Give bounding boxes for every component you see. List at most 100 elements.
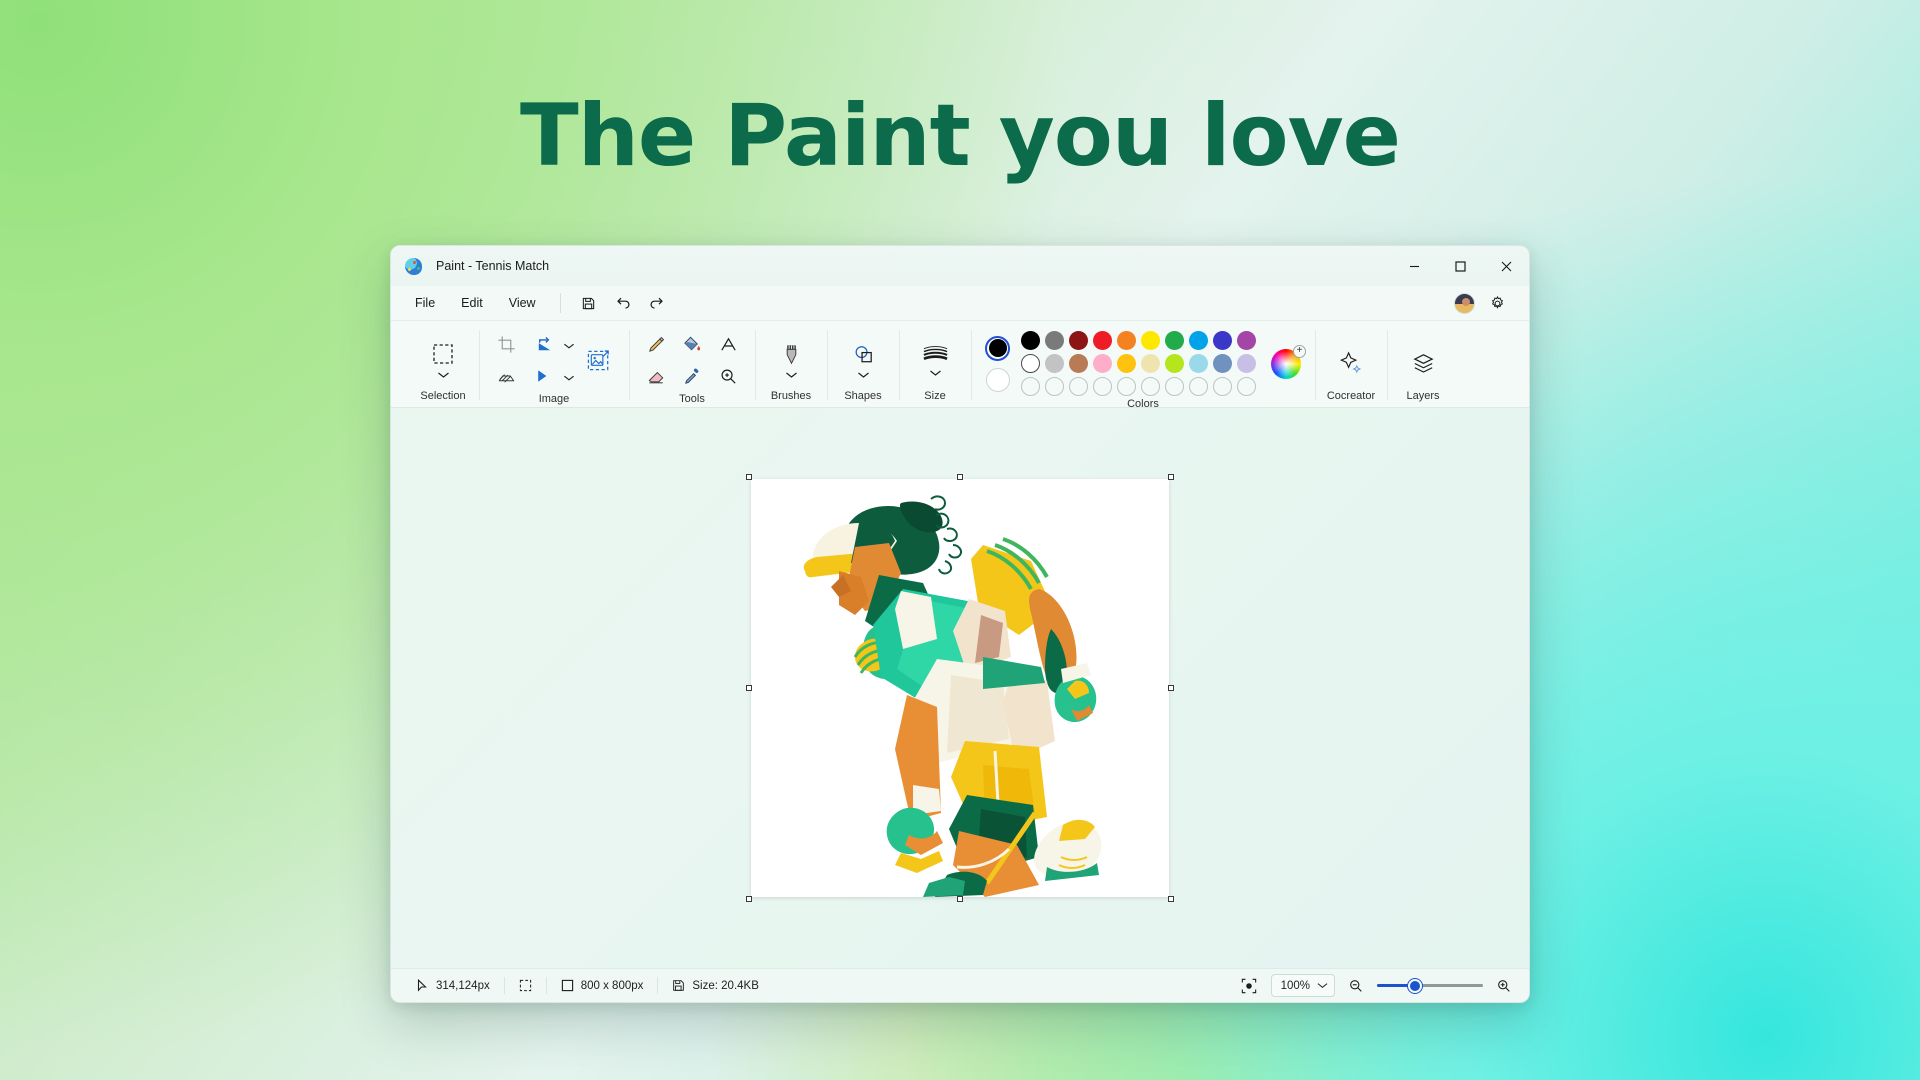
color-swatch-row1-4[interactable] [1117, 331, 1136, 350]
status-bar: 314,124px 800 x 800px Size: 20.4KB 100% [391, 968, 1529, 1002]
color-swatch-custom-6[interactable] [1165, 377, 1184, 396]
sparkle-icon[interactable] [1325, 340, 1377, 378]
shapes-icon[interactable] [837, 338, 889, 380]
image-size-item: 800 x 800px [547, 969, 658, 1003]
chevron-down-icon[interactable] [1317, 982, 1328, 989]
add-color-button[interactable]: + [1293, 344, 1306, 358]
primary-color-swatch[interactable] [985, 335, 1010, 361]
file-size-item: Size: 20.4KB [658, 969, 772, 1003]
color-swatch-custom-0[interactable] [1021, 377, 1040, 396]
color-swatch-row1-1[interactable] [1045, 331, 1064, 350]
color-swatch-custom-1[interactable] [1045, 377, 1064, 396]
color-swatch-row2-6[interactable] [1165, 354, 1184, 373]
crop-icon[interactable] [489, 329, 523, 359]
close-button[interactable] [1483, 246, 1529, 286]
color-wheel-icon[interactable]: + [1271, 344, 1306, 379]
color-swatch-row2-1[interactable] [1045, 354, 1064, 373]
zoom-slider-thumb[interactable] [1408, 978, 1423, 993]
chevron-down-icon[interactable] [563, 342, 575, 350]
color-swatch-row2-2[interactable] [1069, 354, 1088, 373]
ribbon-group-selection: Selection [407, 321, 479, 407]
minimize-button[interactable] [1391, 246, 1437, 286]
brush-icon[interactable] [765, 338, 817, 380]
redo-icon[interactable] [641, 289, 673, 317]
zoom-slider[interactable] [1377, 978, 1483, 994]
maximize-button[interactable] [1437, 246, 1483, 286]
selection-handle[interactable] [746, 685, 752, 691]
gear-icon[interactable] [1481, 289, 1513, 317]
color-swatch-row2-3[interactable] [1093, 354, 1112, 373]
cursor-position-value: 314,124px [436, 979, 490, 992]
menu-bar: File Edit View [391, 286, 1529, 320]
fit-to-window-icon[interactable] [1235, 969, 1263, 1003]
zoom-out-icon[interactable] [1343, 969, 1369, 1003]
color-swatch-row2-8[interactable] [1213, 354, 1232, 373]
ribbon-group-layers: Layers [1387, 321, 1459, 407]
chevron-down-icon[interactable] [857, 371, 870, 379]
resize-skew-icon[interactable] [489, 361, 523, 391]
color-swatch-row2-4[interactable] [1117, 354, 1136, 373]
selection-handle[interactable] [746, 896, 752, 902]
color-swatch-custom-2[interactable] [1069, 377, 1088, 396]
selection-handle[interactable] [1168, 474, 1174, 480]
color-swatch-row2-5[interactable] [1141, 354, 1160, 373]
color-swatch-row2-0[interactable] [1021, 354, 1040, 373]
eraser-icon[interactable] [639, 361, 673, 391]
group-label-shapes: Shapes [844, 390, 882, 402]
color-swatch-row1-3[interactable] [1093, 331, 1112, 350]
color-swatch-row1-6[interactable] [1165, 331, 1184, 350]
zoom-level-value: 100% [1280, 979, 1310, 992]
eyedropper-icon[interactable] [675, 361, 709, 391]
color-swatch-row1-5[interactable] [1141, 331, 1160, 350]
chevron-down-icon[interactable] [785, 371, 798, 379]
menu-view[interactable]: View [497, 291, 548, 315]
undo-icon[interactable] [607, 289, 639, 317]
canvas-selection[interactable] [746, 474, 1174, 902]
color-swatch-custom-4[interactable] [1117, 377, 1136, 396]
magnifier-icon[interactable] [711, 361, 745, 391]
color-swatch-custom-7[interactable] [1189, 377, 1208, 396]
color-swatch-custom-3[interactable] [1093, 377, 1112, 396]
color-swatch-custom-9[interactable] [1237, 377, 1256, 396]
flip-icon[interactable] [527, 361, 561, 391]
cursor-position-item: 314,124px [403, 969, 504, 1003]
text-icon[interactable] [711, 329, 745, 359]
group-label-selection: Selection [420, 390, 466, 402]
menu-edit[interactable]: Edit [449, 291, 495, 315]
color-swatch-custom-5[interactable] [1141, 377, 1160, 396]
selection-handle[interactable] [1168, 685, 1174, 691]
color-swatch-row2-7[interactable] [1189, 354, 1208, 373]
selection-handle[interactable] [1168, 896, 1174, 902]
resize-image-icon[interactable] [579, 340, 619, 380]
chevron-down-icon[interactable] [437, 371, 450, 379]
rectangular-selection-icon[interactable] [417, 337, 469, 380]
zoom-level-select[interactable]: 100% [1270, 974, 1335, 997]
ribbon-group-shapes: Shapes [827, 321, 899, 407]
pencil-icon[interactable] [639, 329, 673, 359]
size-lines-icon[interactable] [909, 339, 961, 378]
rotate-icon[interactable] [527, 329, 561, 359]
user-avatar[interactable] [1454, 292, 1475, 314]
save-icon[interactable] [573, 289, 605, 317]
color-swatch-row1-7[interactable] [1189, 331, 1208, 350]
color-swatch-row1-2[interactable] [1069, 331, 1088, 350]
zoom-in-icon[interactable] [1491, 969, 1517, 1003]
layers-icon[interactable] [1397, 340, 1449, 378]
selection-handle[interactable] [957, 474, 963, 480]
canvas-sheet[interactable] [751, 479, 1169, 897]
selection-handle[interactable] [957, 896, 963, 902]
group-label-size: Size [924, 390, 946, 402]
menu-file[interactable]: File [403, 291, 447, 315]
group-label-brushes: Brushes [770, 390, 812, 402]
color-swatch-custom-8[interactable] [1213, 377, 1232, 396]
color-swatch-row1-0[interactable] [1021, 331, 1040, 350]
chevron-down-icon[interactable] [929, 369, 942, 377]
canvas-area[interactable] [391, 408, 1529, 968]
color-swatch-row2-9[interactable] [1237, 354, 1256, 373]
fill-bucket-icon[interactable] [675, 329, 709, 359]
selection-handle[interactable] [746, 474, 752, 480]
secondary-color-swatch[interactable] [985, 367, 1010, 392]
color-swatch-row1-8[interactable] [1213, 331, 1232, 350]
color-swatch-row1-9[interactable] [1237, 331, 1256, 350]
chevron-down-icon[interactable] [563, 374, 575, 382]
